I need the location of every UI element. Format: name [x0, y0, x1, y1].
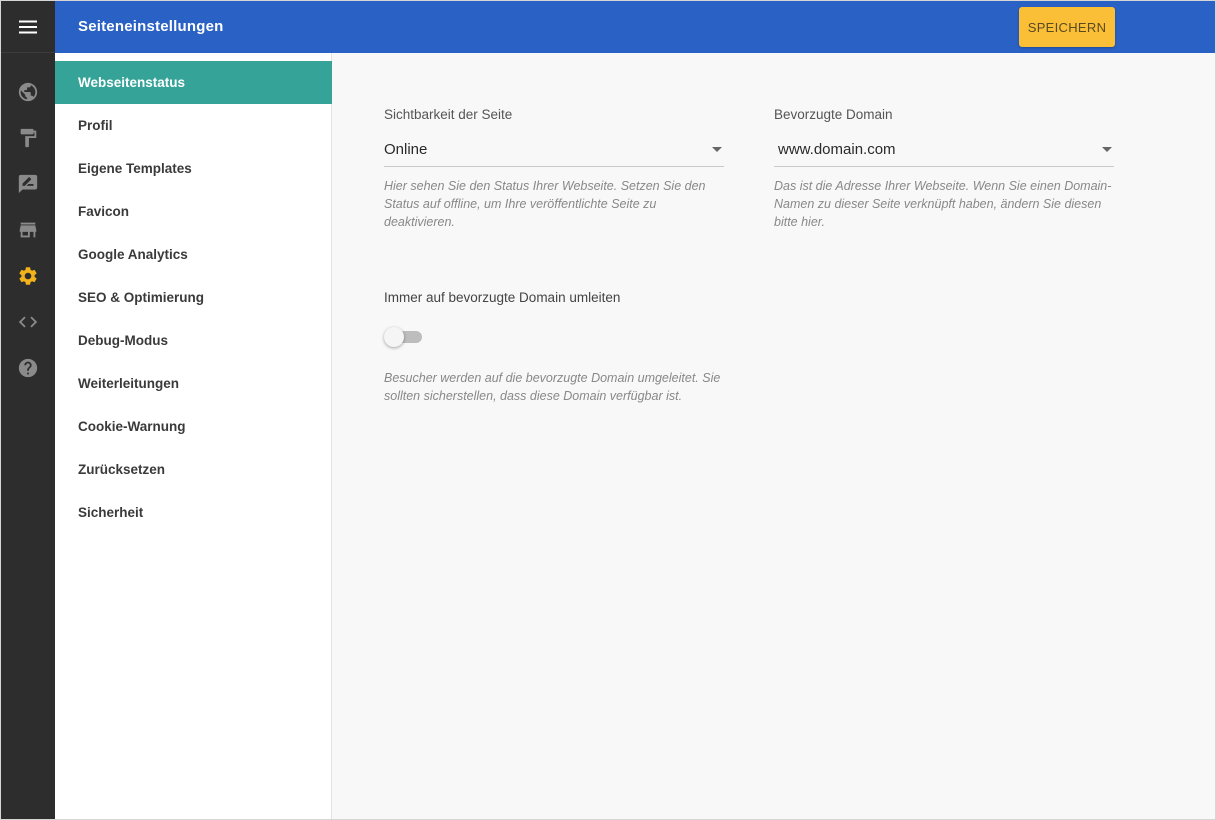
paint-roller-icon	[20, 128, 37, 148]
nav-item-seo[interactable]: SEO & Optimierung	[55, 276, 332, 319]
visibility-hint: Hier sehen Sie den Status Ihrer Webseite…	[384, 179, 706, 229]
visibility-select-value: Online	[384, 141, 428, 158]
rail-store-button[interactable]	[1, 215, 55, 245]
caret-down-icon	[1102, 147, 1112, 152]
nav-item-favicon[interactable]: Favicon	[55, 190, 332, 233]
icon-rail	[1, 1, 55, 819]
help-icon	[18, 358, 38, 378]
nav-item-cookie-warnung[interactable]: Cookie-Warnung	[55, 405, 332, 448]
redirect-field: Immer auf bevorzugte Domain umleiten Bes…	[384, 290, 724, 405]
nav-item-eigene-templates[interactable]: Eigene Templates	[55, 147, 332, 190]
nav-item-weiterleitungen[interactable]: Weiterleitungen	[55, 362, 332, 405]
domain-select-value: www.domain.com	[778, 141, 896, 158]
nav-item-sicherheit[interactable]: Sicherheit	[55, 491, 332, 534]
rail-design-button[interactable]	[1, 123, 55, 153]
main-content: Sichtbarkeit der Seite Online Hier sehen…	[332, 53, 1215, 819]
code-icon	[18, 316, 38, 328]
save-button[interactable]: SPEICHERN	[1019, 7, 1115, 47]
nav-item-webseitenstatus[interactable]: Webseitenstatus	[55, 61, 332, 104]
visibility-label: Sichtbarkeit der Seite	[384, 107, 513, 122]
redirect-toggle[interactable]	[384, 326, 424, 348]
rail-help-button[interactable]	[1, 353, 55, 383]
nav-item-google-analytics[interactable]: Google Analytics	[55, 233, 332, 276]
menu-button[interactable]	[1, 1, 55, 53]
top-header: Seiteneinstellungen SPEICHERN	[55, 1, 1215, 53]
toggle-thumb	[384, 327, 404, 347]
visibility-select[interactable]: Online	[384, 141, 724, 167]
nav-item-profil[interactable]: Profil	[55, 104, 332, 147]
domain-field: Bevorzugte Domain www.domain.com Das ist…	[774, 107, 1114, 231]
domain-hint: Das ist die Adresse Ihrer Webseite. Wenn…	[774, 179, 1112, 229]
store-icon	[19, 222, 37, 238]
nav-item-debug-modus[interactable]: Debug-Modus	[55, 319, 332, 362]
caret-down-icon	[712, 147, 722, 152]
edit-box-icon	[18, 174, 38, 194]
globe-icon	[18, 82, 38, 102]
rail-code-button[interactable]	[1, 307, 55, 337]
menu-icon	[19, 20, 37, 33]
redirect-hint: Besucher werden auf die bevorzugte Domai…	[384, 371, 721, 403]
visibility-field: Sichtbarkeit der Seite Online Hier sehen…	[384, 107, 724, 231]
domain-select[interactable]: www.domain.com	[774, 141, 1114, 167]
gear-icon	[19, 267, 37, 285]
settings-sidebar: Webseitenstatus Profil Eigene Templates …	[55, 53, 332, 819]
settings-nav-list: Webseitenstatus Profil Eigene Templates …	[55, 61, 332, 534]
rail-settings-button[interactable]	[1, 261, 55, 291]
app-window: Seiteneinstellungen SPEICHERN Webseitens…	[0, 0, 1216, 820]
domain-label: Bevorzugte Domain	[774, 107, 893, 122]
rail-editor-button[interactable]	[1, 169, 55, 199]
rail-globe-button[interactable]	[1, 77, 55, 107]
redirect-label: Immer auf bevorzugte Domain umleiten	[384, 290, 621, 305]
nav-item-zuruecksetzen[interactable]: Zurücksetzen	[55, 448, 332, 491]
page-title: Seiteneinstellungen	[78, 18, 224, 35]
